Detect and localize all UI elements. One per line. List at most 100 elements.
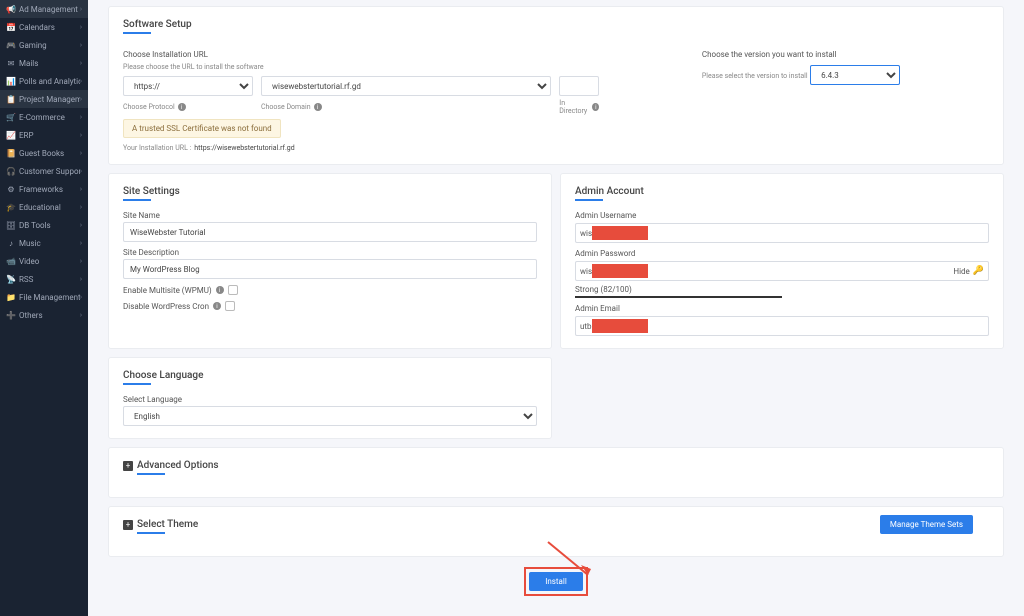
software-setup-card: Software Setup Choose Installation URL P… xyxy=(108,6,1004,165)
info-icon: i xyxy=(216,286,224,294)
title-underline xyxy=(575,199,603,201)
install-button[interactable]: Install xyxy=(529,572,583,591)
sidebar-item-calendars[interactable]: 📅Calendars› xyxy=(0,18,88,36)
info-icon: i xyxy=(213,302,221,310)
install-url-sublabel: Please choose the URL to install the sof… xyxy=(123,63,264,71)
disable-cron-row: Disable WordPress Croni xyxy=(123,301,537,311)
sidebar-item-label: Polls and Analytics xyxy=(19,77,80,86)
title-underline xyxy=(123,199,151,201)
manage-theme-sets-button[interactable]: Manage Theme Sets xyxy=(880,515,973,534)
directory-note: In Directoryi xyxy=(559,99,599,115)
disable-cron-checkbox[interactable] xyxy=(225,301,235,311)
sidebar-item-guest-books[interactable]: 📔Guest Books› xyxy=(0,144,88,162)
directory-input[interactable] xyxy=(559,76,599,96)
site-name-label: Site Name xyxy=(123,211,537,220)
megaphone-icon: 📢 xyxy=(6,4,16,14)
education-icon: 🎓 xyxy=(6,202,16,212)
sidebar: 📢Ad Management› 📅Calendars› 🎮Gaming› ✉Ma… xyxy=(0,0,88,616)
admin-email-input[interactable]: utb xyxy=(575,316,989,336)
sidebar-item-customer-support[interactable]: 🎧Customer Support› xyxy=(0,162,88,180)
password-strength: Strong (82/100) xyxy=(575,285,989,294)
admin-username-input[interactable]: wis xyxy=(575,223,989,243)
chevron-right-icon: › xyxy=(80,5,82,13)
sidebar-item-label: Mails xyxy=(19,59,80,68)
sidebar-item-rss[interactable]: 📡RSS› xyxy=(0,270,88,288)
sidebar-item-others[interactable]: ➕Others› xyxy=(0,306,88,324)
protocol-select[interactable]: https:// xyxy=(123,76,253,96)
chevron-right-icon: › xyxy=(80,23,82,31)
advanced-options-card[interactable]: + Advanced Options xyxy=(108,447,1004,498)
expand-icon: + xyxy=(123,520,133,530)
sidebar-item-ecommerce[interactable]: 🛒E-Commerce› xyxy=(0,108,88,126)
title-underline xyxy=(137,473,165,475)
installation-url: Your Installation URL : https://wisewebs… xyxy=(123,144,599,152)
admin-email-label: Admin Email xyxy=(575,304,989,313)
sidebar-item-polls[interactable]: 📊Polls and Analytics› xyxy=(0,72,88,90)
sidebar-item-label: Video xyxy=(19,257,80,266)
site-description-input[interactable] xyxy=(123,259,537,279)
sidebar-item-erp[interactable]: 📈ERP› xyxy=(0,126,88,144)
sidebar-item-frameworks[interactable]: ⚙Frameworks› xyxy=(0,180,88,198)
video-icon: 📹 xyxy=(6,256,16,266)
chevron-right-icon: › xyxy=(80,131,82,139)
project-icon: 📋 xyxy=(6,94,16,104)
sidebar-item-mails[interactable]: ✉Mails› xyxy=(0,54,88,72)
redacted-block xyxy=(592,226,648,240)
sidebar-item-label: Gaming xyxy=(19,41,80,50)
site-name-input[interactable] xyxy=(123,222,537,242)
expand-icon: + xyxy=(123,461,133,471)
erp-icon: 📈 xyxy=(6,130,16,140)
title-underline xyxy=(123,383,151,385)
sidebar-item-label: Others xyxy=(19,311,80,320)
admin-account-card: Admin Account Admin Username wis Admin P… xyxy=(560,173,1004,349)
info-icon: i xyxy=(178,103,186,111)
select-theme-card[interactable]: + Select Theme Manage Theme Sets xyxy=(108,506,1004,557)
main-content: Quick Install Software Setup Choose Inst… xyxy=(88,0,1024,616)
hide-password-link[interactable]: Hide🔑 xyxy=(953,266,984,276)
music-icon: ♪ xyxy=(6,238,16,248)
book-icon: 📔 xyxy=(6,148,16,158)
multisite-checkbox[interactable] xyxy=(228,285,238,295)
chevron-right-icon: › xyxy=(80,185,82,193)
folder-icon: 📁 xyxy=(6,292,16,302)
sidebar-item-file-management[interactable]: 📁File Management› xyxy=(0,288,88,306)
sidebar-item-gaming[interactable]: 🎮Gaming› xyxy=(0,36,88,54)
sidebar-item-music[interactable]: ♪Music› xyxy=(0,234,88,252)
chevron-right-icon: › xyxy=(80,239,82,247)
sidebar-item-label: Calendars xyxy=(19,23,80,32)
chevron-right-icon: › xyxy=(80,221,82,229)
version-sublabel: Please select the version to install xyxy=(702,72,808,80)
chevron-right-icon: › xyxy=(80,95,82,103)
site-settings-card: Site Settings Site Name Site Description… xyxy=(108,173,552,349)
ssl-warning: A trusted SSL Certificate was not found xyxy=(123,119,281,138)
chevron-right-icon: › xyxy=(80,275,82,283)
sidebar-item-educational[interactable]: 🎓Educational› xyxy=(0,198,88,216)
sidebar-item-label: E-Commerce xyxy=(19,113,80,122)
sidebar-item-project-management[interactable]: 📋Project Management› xyxy=(0,90,88,108)
chart-icon: 📊 xyxy=(6,76,16,86)
sidebar-item-video[interactable]: 📹Video› xyxy=(0,252,88,270)
redacted-block xyxy=(592,319,648,333)
admin-password-input[interactable]: wis Hide🔑 xyxy=(575,261,989,281)
language-card: Choose Language Select Language English xyxy=(108,357,552,439)
sidebar-item-ad-management[interactable]: 📢Ad Management› xyxy=(0,0,88,18)
chevron-right-icon: › xyxy=(80,311,82,319)
install-button-container: Install xyxy=(108,567,1004,596)
install-url-label: Choose Installation URL xyxy=(123,50,599,59)
sidebar-item-label: Ad Management xyxy=(19,5,80,14)
chevron-right-icon: › xyxy=(80,113,82,121)
info-icon: i xyxy=(314,103,322,111)
language-label: Select Language xyxy=(123,395,537,404)
version-select[interactable]: 6.4.3 xyxy=(810,65,900,85)
sidebar-item-label: ERP xyxy=(19,131,80,140)
sidebar-item-db-tools[interactable]: 🗄DB Tools› xyxy=(0,216,88,234)
cart-icon: 🛒 xyxy=(6,112,16,122)
site-description-label: Site Description xyxy=(123,248,537,257)
language-select[interactable]: English xyxy=(123,406,537,426)
sidebar-item-label: RSS xyxy=(19,275,80,284)
rss-icon: 📡 xyxy=(6,274,16,284)
domain-select[interactable]: wisewebstertutorial.rf.gd xyxy=(261,76,551,96)
multisite-row: Enable Multisite (WPMU)i xyxy=(123,285,537,295)
mail-icon: ✉ xyxy=(6,58,16,68)
chevron-right-icon: › xyxy=(80,257,82,265)
